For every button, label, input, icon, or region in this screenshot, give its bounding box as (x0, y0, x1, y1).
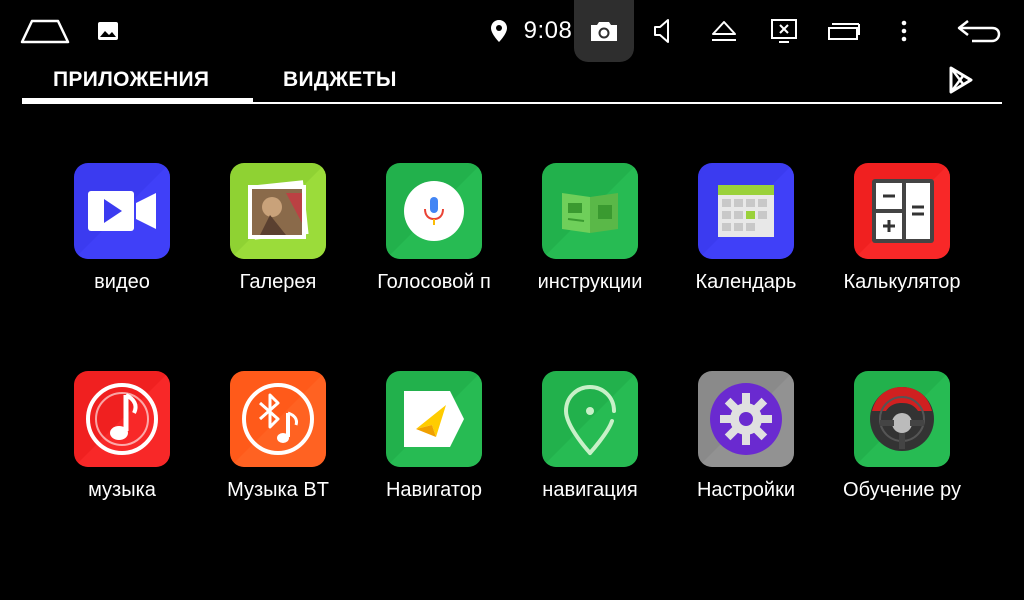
app-navigation[interactable]: навигация (512, 371, 668, 521)
app-label: Обучение ру (843, 479, 961, 501)
settings-gear-icon (698, 371, 794, 467)
app-label: Музыка BT (227, 479, 329, 501)
app-voice-search[interactable]: Голосовой п (356, 163, 512, 313)
app-settings[interactable]: Настройки (668, 371, 824, 521)
app-video[interactable]: видео (44, 163, 200, 313)
voice-search-icon (386, 163, 482, 259)
bluetooth-music-icon (230, 371, 326, 467)
calculator-icon (854, 163, 950, 259)
app-calculator[interactable]: Калькулятор (824, 163, 980, 313)
gallery-icon (230, 163, 326, 259)
app-calendar[interactable]: Календарь (668, 163, 824, 313)
app-label: навигация (542, 479, 638, 501)
app-label: музыка (88, 479, 156, 501)
app-navigator[interactable]: Навигатор (356, 371, 512, 521)
steering-wheel-icon (854, 371, 950, 467)
app-instructions[interactable]: инструкции (512, 163, 668, 313)
instructions-book-icon (542, 163, 638, 259)
music-icon (74, 371, 170, 467)
app-label: Галерея (239, 271, 317, 293)
app-label: Календарь (695, 271, 797, 293)
app-label: инструкции (537, 271, 643, 293)
app-label: Настройки (696, 479, 796, 501)
app-steering-training[interactable]: Обучение ру (824, 371, 980, 521)
app-label: Калькулятор (843, 271, 961, 293)
app-label: Голосовой п (377, 271, 491, 293)
navigator-icon (386, 371, 482, 467)
app-grid: видео Галерея Голосовой п инструкции Кал… (0, 0, 1024, 600)
navigation-pin-icon (542, 371, 638, 467)
app-music[interactable]: музыка (44, 371, 200, 521)
app-gallery[interactable]: Галерея (200, 163, 356, 313)
app-bluetooth-music[interactable]: Музыка BT (200, 371, 356, 521)
app-label: видео (94, 271, 150, 293)
calendar-icon (698, 163, 794, 259)
video-icon (74, 163, 170, 259)
app-label: Навигатор (385, 479, 483, 501)
